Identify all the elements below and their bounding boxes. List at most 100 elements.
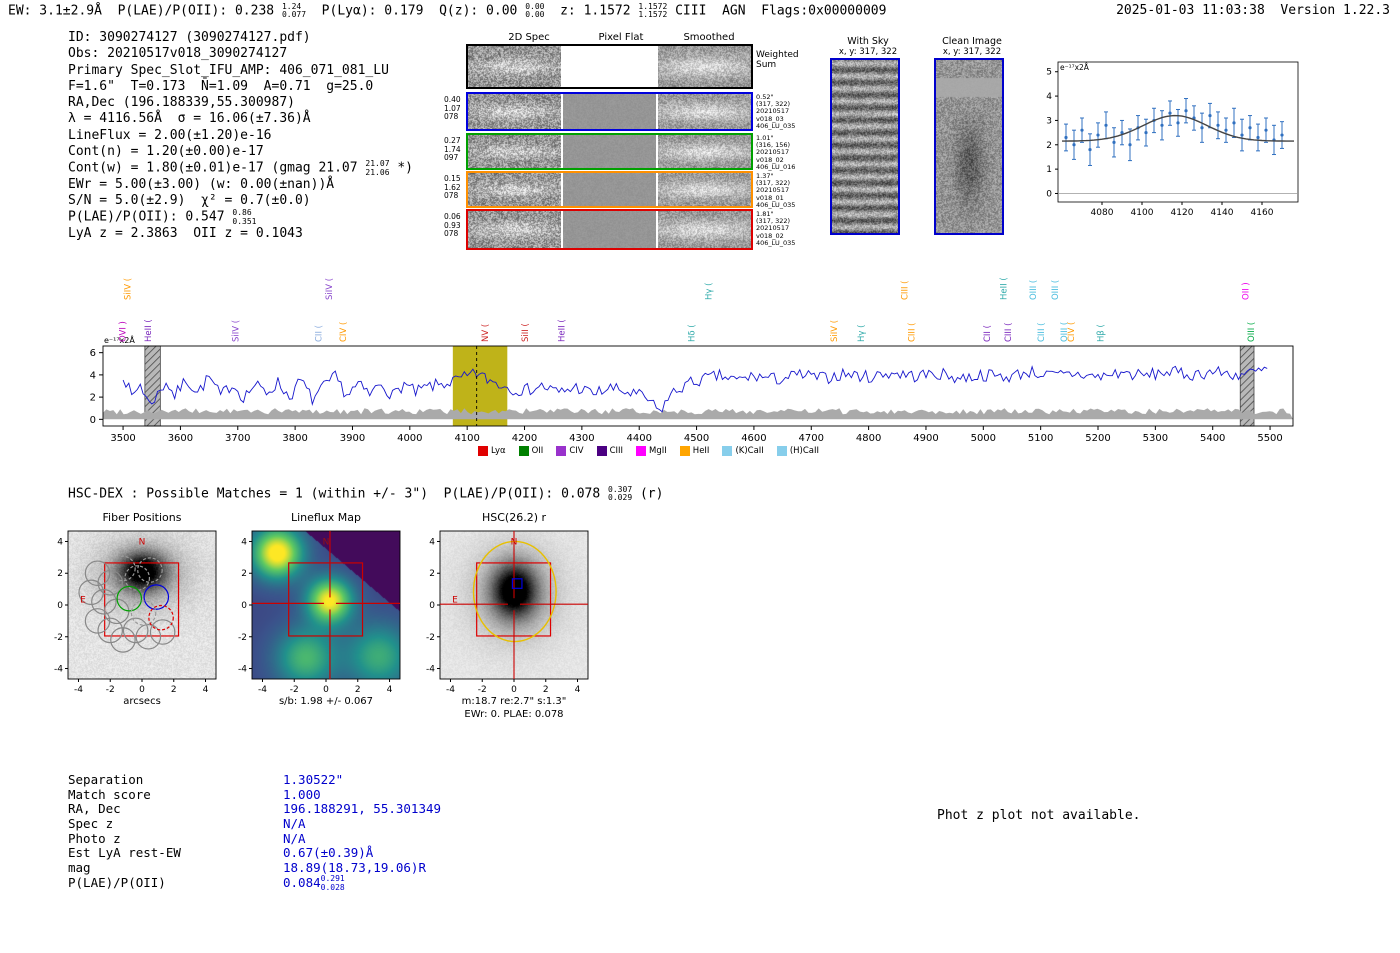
svg-text:2: 2	[171, 685, 177, 695]
svg-text:OIII (: OIII (	[1029, 280, 1039, 300]
match-table-row: Match score 1.000	[68, 787, 441, 802]
match-table-value: 18.89(18.73,19.06)R	[283, 860, 426, 876]
source-label: 406_LU_016	[756, 162, 796, 171]
match-table-value: N/A	[283, 816, 306, 832]
svg-text:2: 2	[57, 569, 63, 579]
svg-text:N: N	[511, 538, 518, 548]
legend-item: MgII	[636, 446, 667, 456]
match-table-label: Spec z	[68, 816, 114, 832]
svg-text:4600: 4600	[741, 433, 766, 444]
svg-text:2: 2	[90, 393, 96, 404]
pixel-flat-image	[563, 94, 656, 129]
uncertainty-range: 0.291 0.028	[320, 874, 345, 892]
weight-value: 097	[444, 153, 459, 162]
svg-text:-4: -4	[446, 685, 455, 695]
label: (r)	[632, 486, 664, 502]
label: F=1.6" T=0.173 N̄=1.09 A=0.71 g=25.0	[68, 78, 374, 94]
svg-text:0: 0	[90, 415, 96, 426]
match-table-row: Photo z N/A	[68, 831, 441, 846]
sky-panel-subtitle: x, y: 317, 322	[942, 47, 1002, 57]
svg-text:Hδ (: Hδ (	[687, 324, 697, 342]
svg-text:5: 5	[1046, 68, 1052, 78]
svg-text:0: 0	[57, 601, 63, 611]
svg-text:4120: 4120	[1171, 208, 1194, 218]
row-weight-labels: 0.40 1.07 078	[444, 95, 464, 122]
sky-panels: With Sky x, y: 317, 322 Clean Image x, y: 3…	[828, 36, 1028, 246]
match-table-label: P(LAE)/P(OII)	[68, 874, 166, 890]
svg-text:HeII (: HeII (	[999, 277, 1009, 300]
cutout-lineflux-map: Lineflux Map -4 -4 -2 -2 0 0 2 2 4 4 N s/b: 1.98 +…	[218, 505, 418, 725]
svg-text:-4: -4	[238, 665, 247, 675]
legend-swatch	[636, 446, 647, 456]
label: CIII AGN Flags:0x00000009	[667, 3, 887, 19]
sky-panel-title: Clean Image	[942, 36, 1002, 47]
svg-text:4700: 4700	[799, 433, 824, 444]
source-label: 406_LU_035	[756, 200, 796, 209]
match-table-value: 1.30522"	[283, 772, 344, 787]
match-table-value: N/A	[283, 830, 306, 846]
svg-text:E: E	[452, 596, 458, 606]
info-line: LyA z = 2.3863 OII z = 0.1043	[68, 226, 413, 242]
clean-image	[934, 58, 1004, 235]
pixel-flat-image	[563, 46, 656, 87]
legend-label: Lyα	[491, 446, 506, 456]
match-table-label: Photo z	[68, 830, 121, 846]
legend-label: MgII	[649, 446, 667, 456]
svg-text:Hβ (: Hβ (	[1097, 324, 1107, 342]
svg-text:CIII (: CIII (	[907, 323, 917, 342]
label: z: 1.1572	[544, 3, 639, 19]
cutout-hsc-r: HSC(26.2) r -4 -4 -2 -2 0 0 2 2 4 4 N E m:18.7 re:2…	[406, 505, 606, 725]
svg-text:-4: -4	[54, 665, 63, 675]
cutout-xlabel: s/b: 1.98 +/- 0.067	[278, 696, 374, 707]
svg-text:2: 2	[1046, 141, 1052, 151]
svg-text:4: 4	[241, 537, 247, 547]
uncertainty-range: 1.24 0.077	[281, 2, 307, 20]
uncertainty-range: 0.86 0.351	[232, 208, 257, 226]
row-weight-labels: 0.27 1.74 097	[444, 136, 464, 163]
smoothed-image	[658, 135, 751, 168]
weight-value: 078	[444, 112, 459, 121]
info-line: F=1.6" T=0.173 N̄=1.09 A=0.71 g=25.0	[68, 79, 413, 95]
match-table-value: 1.000	[283, 786, 321, 802]
svg-text:4080: 4080	[1091, 208, 1114, 218]
legend-swatch	[679, 446, 690, 456]
report-timestamp: 2025-01-03 11:03:38 Version 1.22.3	[1116, 3, 1390, 18]
svg-text:-2: -2	[54, 633, 63, 643]
spec2d-row	[466, 171, 753, 208]
legend-item: CIV	[556, 446, 584, 456]
source-label: 406_LU_035	[756, 238, 796, 247]
row-source-labels: 1.01" (316, 156) 20210517 v018_02 406_LU_016	[756, 134, 816, 171]
svg-text:4100: 4100	[1131, 208, 1154, 218]
svg-text:CIV (: CIV (	[1067, 322, 1077, 342]
label: Primary Spec_Slot_IFU_AMP: 406_071_081_L…	[68, 62, 389, 78]
uncertainty-range: 0.00 0.00	[525, 2, 545, 20]
col-header-pixelflat: Pixel Flat	[598, 32, 644, 43]
svg-text:OVI ): OVI )	[118, 321, 128, 342]
legend-item: CIII	[596, 446, 623, 456]
lineflux-map-overlay: -4 -4 -2 -2 0 0 2 2 4 4 N	[238, 530, 401, 695]
label: Obs: 20210517v018_3090274127	[68, 46, 288, 62]
svg-text:N: N	[323, 538, 330, 548]
legend-item: Lyα	[478, 446, 506, 456]
legend-swatch	[478, 446, 488, 456]
match-table-row: mag 18.89(18.73,19.06)R	[68, 860, 441, 875]
label: EWr = 5.00(±3.00) (w: 0.00(±nan))Å	[68, 176, 335, 192]
svg-text:-2: -2	[238, 633, 247, 643]
svg-text:4300: 4300	[569, 433, 594, 444]
label: RA,Dec (196.188339,55.300987)	[68, 95, 295, 111]
match-table-row: Est LyA rest-EW 0.67(±0.39)Å	[68, 845, 441, 860]
row-source-labels: 1.81" (317, 322) 20210517 v018_02 406_LU_035	[756, 210, 816, 247]
svg-text:5400: 5400	[1200, 433, 1225, 444]
svg-text:SiII (: SiII (	[521, 323, 531, 342]
match-table-value: 0.67(±0.39)Å	[283, 845, 374, 861]
match-table-row: RA, Dec 196.188291, 55.301349	[68, 801, 441, 816]
pixel-flat-image	[563, 211, 656, 248]
svg-text:3700: 3700	[225, 433, 250, 444]
info-line: ID: 3090274127 (3090274127.pdf)	[68, 30, 413, 46]
label: P(Lyα): 0.179 Q(z): 0.00	[306, 3, 526, 19]
info-line: LineFlux = 2.00(±1.20)e-16	[68, 128, 413, 144]
smoothed-image	[658, 173, 751, 206]
smoothed-image	[658, 46, 751, 87]
label: λ = 4116.56Å σ = 16.06(±7.36)Å	[68, 111, 311, 127]
label: LyA z = 2.3863 OII z = 0.1043	[68, 225, 303, 241]
